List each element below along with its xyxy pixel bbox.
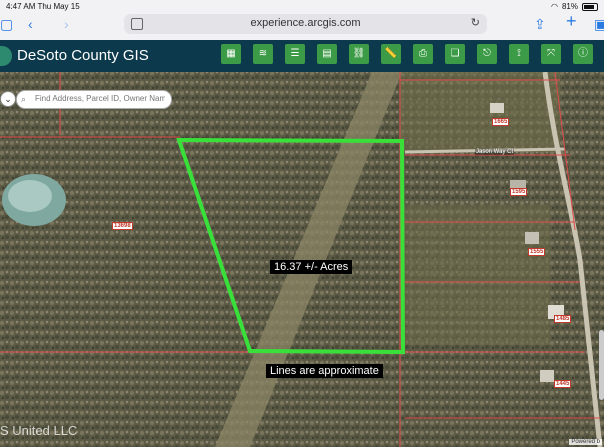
house-roof (525, 232, 539, 244)
watermark-text: S United LLC (0, 423, 78, 438)
powered-by-text[interactable]: Powered b (569, 439, 602, 445)
table-button[interactable]: ▤ (317, 44, 337, 64)
bookmark-button[interactable]: ❏ (445, 44, 465, 64)
directions-icon: ⤧ (547, 48, 555, 59)
house-roof (490, 103, 504, 113)
directions-button[interactable]: ⤧ (541, 44, 561, 64)
basemap-gallery-icon: ▦ (226, 48, 236, 59)
battery-percent: 81% (561, 2, 578, 11)
link-icon: ⛓ (352, 48, 366, 59)
link-button[interactable]: ⛓ (349, 44, 369, 64)
map-scroll-handle[interactable] (599, 330, 604, 400)
info-icon: ⓘ (578, 48, 588, 59)
print-button[interactable]: ⎙ (413, 44, 433, 64)
parcel-number-label: 1595 (510, 188, 528, 196)
search-input[interactable] (33, 93, 167, 104)
browser-chrome: 4:47 AM Thu May 15 ◠ 81% ▢ ‹ › experienc… (0, 0, 604, 41)
basemap-gallery-button[interactable]: ▦ (221, 44, 241, 64)
analysis-icon: ⟟ (517, 48, 521, 59)
back-icon[interactable]: ‹ (28, 16, 33, 32)
measure-icon: 📏 (384, 48, 398, 59)
parcel-number-label: 13698 (112, 222, 133, 230)
share-button[interactable]: ⎋ (477, 44, 497, 64)
address-bar[interactable]: experience.arcgis.com ↻ (124, 14, 487, 34)
parcel-number-label: 1485 (554, 315, 572, 323)
battery-icon (582, 2, 598, 11)
house-roof (540, 370, 554, 382)
app-header: DeSoto County GIS ▦ ≋ ☰ ▤ ⛓ 📏 ⎙ ❏ ⎋ ⟟ ⤧ ⓘ (0, 40, 604, 72)
acreage-label: 16.37 +/- Acres (270, 260, 353, 274)
pond-highlight (8, 180, 52, 212)
share-icon: ⎋ (483, 48, 491, 59)
url-text: experience.arcgis.com (250, 17, 361, 29)
new-tab-icon[interactable]: + (566, 12, 577, 30)
layers-icon: ≋ (258, 48, 268, 59)
app-title: DeSoto County GIS (17, 47, 149, 64)
tabs-overview-icon[interactable]: ▣ (594, 16, 604, 32)
layer-list-icon: ☰ (290, 48, 300, 59)
status-time: 4:47 AM (6, 2, 36, 11)
status-date: Thu May 15 (37, 2, 80, 11)
reload-icon[interactable]: ↻ (471, 16, 480, 29)
analysis-button[interactable]: ⟟ (509, 44, 529, 64)
search-icon: ⌕ (21, 94, 27, 104)
info-button[interactable]: ⓘ (573, 44, 593, 64)
table-icon: ▤ (322, 48, 332, 59)
status-indicators: ◠ 81% (551, 2, 598, 11)
layers-button[interactable]: ≋ (253, 44, 273, 64)
search-box[interactable]: ⌕ (16, 90, 172, 109)
open-field (400, 205, 550, 345)
search-widget: ⌄ ⌕ (0, 90, 172, 109)
open-field (400, 72, 560, 152)
parcel-number-label: 1445 (554, 380, 572, 388)
approximate-lines-note: Lines are approximate (266, 364, 383, 378)
sidebar-toggle-icon[interactable]: ▢ (0, 16, 13, 32)
layer-list-button[interactable]: ☰ (285, 44, 305, 64)
county-logo (0, 46, 12, 66)
measure-button[interactable]: 📏 (381, 44, 401, 64)
chevron-down-icon[interactable]: ⌄ (0, 91, 16, 107)
parcel-number-label: 1665 (492, 118, 510, 126)
street-label: Jason Way Ct (475, 149, 515, 155)
wifi-icon: ◠ (551, 2, 558, 11)
parcel-number-label: 1555 (528, 248, 546, 256)
print-icon: ⎙ (419, 48, 427, 59)
share-sheet-icon[interactable]: ⇪ (534, 16, 546, 32)
bookmark-icon: ❏ (450, 48, 460, 59)
forward-icon[interactable]: › (64, 16, 69, 32)
status-time-date: 4:47 AM Thu May 15 (6, 2, 80, 11)
